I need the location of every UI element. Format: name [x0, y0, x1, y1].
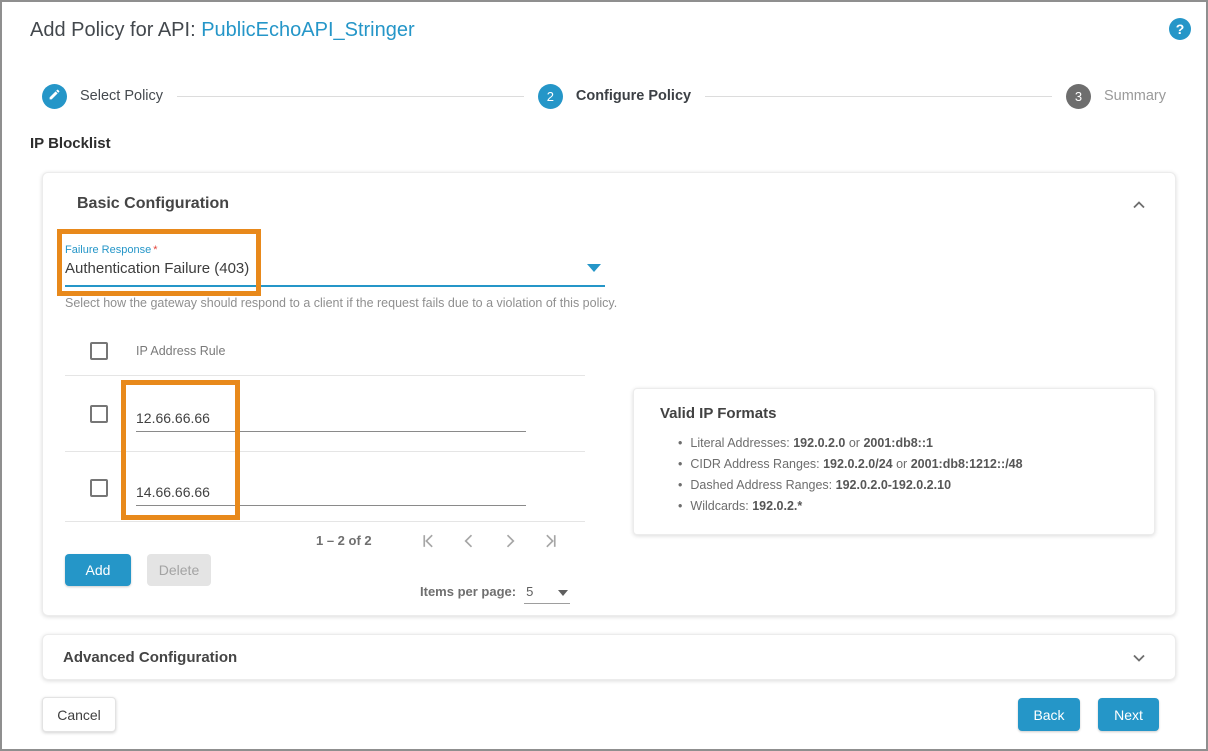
- step-1-label[interactable]: Select Policy: [80, 88, 163, 104]
- list-item: Dashed Address Ranges: 192.0.2.0-192.0.2…: [678, 475, 1023, 496]
- items-per-page: Items per page: 5: [420, 583, 570, 604]
- help-icon[interactable]: ?: [1169, 18, 1191, 40]
- list-item: CIDR Address Ranges: 192.0.2.0/24 or 200…: [678, 454, 1023, 475]
- required-asterisk: *: [153, 244, 157, 256]
- select-all-checkbox[interactable]: [90, 342, 108, 360]
- api-name: PublicEchoAPI_Stringer: [201, 19, 414, 41]
- ip-address-rule-column-header: IP Address Rule: [136, 344, 225, 358]
- next-page-icon[interactable]: [500, 531, 520, 551]
- first-page-icon[interactable]: [418, 531, 438, 551]
- dropdown-caret-icon: [558, 590, 568, 596]
- table-divider: [65, 451, 585, 452]
- dropdown-caret-icon[interactable]: [587, 264, 601, 272]
- page-title: Add Policy for API: PublicEchoAPI_String…: [30, 19, 415, 42]
- row-1-checkbox[interactable]: [90, 405, 108, 423]
- paginator: [418, 531, 561, 551]
- last-page-icon[interactable]: [541, 531, 561, 551]
- back-button[interactable]: Back: [1018, 698, 1080, 731]
- advanced-configuration-panel[interactable]: Advanced Configuration: [42, 634, 1176, 680]
- stepper-connector: [705, 96, 1052, 97]
- advanced-configuration-title: Advanced Configuration: [63, 649, 237, 666]
- failure-response-underline: [65, 285, 605, 287]
- delete-button[interactable]: Delete: [147, 554, 211, 586]
- step-1-circle[interactable]: [42, 84, 67, 109]
- items-per-page-label: Items per page:: [420, 583, 516, 599]
- table-divider: [65, 375, 585, 376]
- policy-name-heading: IP Blocklist: [30, 135, 111, 152]
- basic-configuration-title: Basic Configuration: [77, 195, 229, 213]
- valid-ip-formats-list: Literal Addresses: 192.0.2.0 or 2001:db8…: [678, 433, 1023, 517]
- ip-rule-input-1[interactable]: [136, 404, 526, 432]
- items-per-page-select[interactable]: 5: [524, 583, 570, 604]
- step-2-circle[interactable]: 2: [538, 84, 563, 109]
- wizard-stepper: Select Policy 2 Configure Policy 3 Summa…: [42, 83, 1166, 109]
- list-item: Wildcards: 192.0.2.*: [678, 496, 1023, 517]
- step-2-label: Configure Policy: [576, 88, 691, 104]
- previous-page-icon[interactable]: [459, 531, 479, 551]
- next-button[interactable]: Next: [1098, 698, 1159, 731]
- valid-ip-formats-panel: Valid IP Formats Literal Addresses: 192.…: [633, 388, 1155, 535]
- items-per-page-value: 5: [526, 584, 533, 599]
- basic-configuration-panel: Basic Configuration Failure Response* Au…: [42, 172, 1176, 616]
- add-policy-page: Add Policy for API: PublicEchoAPI_String…: [0, 0, 1208, 751]
- failure-response-label: Failure Response*: [65, 244, 158, 256]
- step-3-label: Summary: [1104, 88, 1166, 104]
- collapse-up-icon[interactable]: [1129, 195, 1149, 215]
- failure-response-helper-text: Select how the gateway should respond to…: [65, 296, 617, 310]
- row-2-checkbox[interactable]: [90, 479, 108, 497]
- stepper-connector: [177, 96, 524, 97]
- page-title-prefix: Add Policy for API:: [30, 19, 196, 41]
- expand-down-icon[interactable]: [1129, 648, 1149, 668]
- pencil-icon: [48, 88, 61, 104]
- ip-rule-input-2[interactable]: [136, 478, 526, 506]
- table-divider: [65, 521, 585, 522]
- step-3-circle[interactable]: 3: [1066, 84, 1091, 109]
- add-button[interactable]: Add: [65, 554, 131, 586]
- pagination-range-label: 1 – 2 of 2: [316, 533, 372, 548]
- failure-response-select[interactable]: Authentication Failure (403): [65, 260, 249, 277]
- cancel-button[interactable]: Cancel: [42, 697, 116, 732]
- valid-ip-formats-title: Valid IP Formats: [660, 405, 776, 422]
- list-item: Literal Addresses: 192.0.2.0 or 2001:db8…: [678, 433, 1023, 454]
